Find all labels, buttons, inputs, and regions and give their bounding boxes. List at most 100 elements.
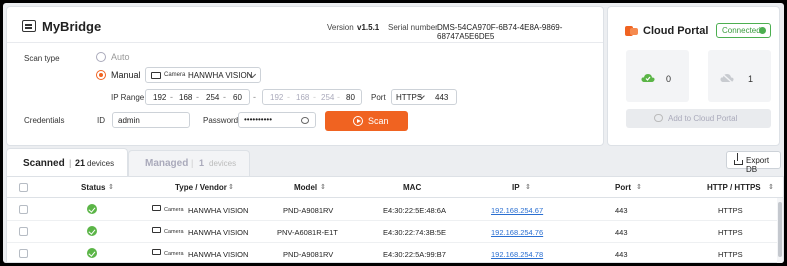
device-type: Camera	[164, 229, 184, 235]
manual-radio-label[interactable]: Manual	[111, 70, 141, 80]
row-checkbox[interactable]	[19, 205, 28, 214]
protocol-select[interactable]: HTTPS	[396, 93, 422, 102]
tab-scanned-unit: devices	[87, 159, 115, 168]
eye-icon[interactable]	[301, 117, 309, 124]
header-ip[interactable]: IP	[512, 183, 520, 192]
credentials-label: Credentials	[24, 116, 65, 125]
scan-button[interactable]: Scan	[325, 111, 408, 131]
mybridge-logo-icon	[22, 20, 36, 32]
select-all-checkbox[interactable]	[19, 183, 28, 192]
header-port[interactable]: Port	[615, 183, 631, 192]
port-value[interactable]: 443	[435, 93, 448, 102]
ip-start-octet-2[interactable]: 168	[179, 93, 192, 102]
ip-start-field[interactable]: 192 - 168 - 254 - 60	[145, 89, 250, 105]
ip-dot: -	[170, 92, 173, 102]
camera-icon	[152, 249, 161, 255]
add-to-cloud-portal-label: Add to Cloud Portal	[668, 114, 738, 123]
device-protocol: HTTPS	[718, 228, 743, 237]
table-row[interactable]: Camera HANWHA VISION PNV-A6081R-E1T E4:3…	[7, 221, 783, 243]
port-label: Port	[371, 93, 386, 102]
header-type-vendor[interactable]: Type / Vendor	[175, 183, 227, 192]
status-ok-icon	[87, 248, 97, 258]
auto-radio[interactable]	[96, 52, 106, 62]
ip-dot: -	[313, 92, 316, 102]
ip-dot: -	[287, 92, 290, 102]
connection-status-text: Connected	[722, 26, 761, 35]
app-title: MyBridge	[42, 19, 102, 34]
ip-end-octet-1: 192	[270, 93, 284, 102]
header-mac[interactable]: MAC	[403, 183, 421, 192]
tab-scanned-label: Scanned	[23, 158, 65, 169]
check-circle-icon	[759, 27, 766, 34]
port-field[interactable]: HTTPS 443	[391, 89, 457, 105]
ip-end-field[interactable]: 192 - 168 - 254 - 80	[262, 89, 362, 105]
device-ip-link[interactable]: 192.168.254.76	[491, 228, 543, 237]
sort-icon[interactable]: ⇕	[636, 183, 642, 191]
device-ip-link[interactable]: 192.168.254.78	[491, 250, 543, 259]
ip-end-octet-3: 254	[321, 93, 335, 102]
ip-start-octet-4[interactable]: 60	[233, 93, 242, 102]
header-model[interactable]: Model	[294, 183, 317, 192]
play-icon	[353, 116, 363, 126]
device-model: PND-A9081RV	[283, 206, 334, 215]
device-vendor: HANWHA VISION	[188, 250, 249, 259]
table-scrollbar[interactable]	[777, 198, 783, 263]
device-tabs: Scanned | 21 devices Managed | 1 devices…	[3, 148, 784, 176]
sort-icon[interactable]: ⇕	[525, 183, 531, 191]
ip-range-label: IP Range	[111, 93, 145, 102]
tab-scanned[interactable]: Scanned | 21 devices	[6, 148, 128, 176]
device-vendor: HANWHA VISION	[188, 228, 249, 237]
ip-dot: -	[337, 92, 340, 102]
ip-start-octet-3[interactable]: 254	[206, 93, 219, 102]
export-db-button[interactable]: Export DB	[726, 151, 781, 174]
device-mac: E4:30:22:74:3B:5E	[383, 228, 446, 237]
connection-status-badge: Connected	[716, 23, 771, 38]
tab-divider: |	[69, 158, 72, 168]
offline-stat: 1	[708, 50, 771, 102]
online-count: 0	[666, 74, 672, 84]
vendor-value: HANWHA VISION	[188, 71, 253, 80]
ip-start-octet-1[interactable]: 192	[153, 93, 166, 102]
mybridge-header: MyBridge Version v1.5.1 Serial number DM…	[7, 7, 603, 43]
camera-tag: Camera	[164, 72, 186, 78]
table-row[interactable]: Camera HANWHA VISION PND-A9081RV E4:30:2…	[7, 243, 783, 263]
id-input[interactable]: admin	[112, 112, 190, 128]
serial-value: DMS-54CA970F-6B74-4E8A-9869-68747A5E6DE5	[437, 23, 563, 41]
cloud-offline-icon	[720, 73, 734, 83]
tab-managed[interactable]: Managed | 1 devices	[128, 150, 250, 176]
cloud-add-icon	[654, 114, 663, 122]
device-protocol: HTTPS	[718, 206, 743, 215]
tab-divider: |	[191, 158, 194, 168]
sort-icon[interactable]: ⇕	[768, 183, 774, 191]
device-vendor: HANWHA VISION	[188, 206, 249, 215]
ip-end-octet-4[interactable]: 80	[346, 93, 355, 102]
status-ok-icon	[87, 204, 97, 214]
device-port: 443	[615, 250, 628, 259]
version-label: Version	[327, 23, 354, 32]
header-status[interactable]: Status	[81, 183, 105, 192]
sort-icon[interactable]: ⇕	[228, 183, 234, 191]
version-value: v1.5.1	[357, 23, 380, 32]
table-row[interactable]: Camera HANWHA VISION PND-A9081RV E4:30:2…	[7, 199, 783, 221]
status-ok-icon	[87, 226, 97, 236]
ip-dot: -	[196, 92, 199, 102]
device-type: Camera	[164, 251, 184, 257]
add-to-cloud-portal-button[interactable]: Add to Cloud Portal	[626, 109, 771, 128]
serial-label: Serial number	[388, 23, 438, 32]
header-http-https[interactable]: HTTP / HTTPS	[707, 183, 761, 192]
cloud-portal-panel: Cloud Portal Connected 0 1 Add to Cloud …	[607, 6, 780, 146]
auto-radio-label[interactable]: Auto	[111, 52, 130, 62]
camera-icon	[152, 205, 161, 211]
device-ip-link[interactable]: 192.168.254.67	[491, 206, 543, 215]
cloud-portal-title: Cloud Portal	[643, 25, 709, 37]
sort-icon[interactable]: ⇕	[320, 183, 326, 191]
row-checkbox[interactable]	[19, 227, 28, 236]
manual-radio[interactable]	[96, 70, 106, 80]
scrollbar-thumb[interactable]	[778, 202, 782, 257]
password-input[interactable]: ••••••••••	[238, 112, 316, 128]
mybridge-panel: MyBridge Version v1.5.1 Serial number DM…	[6, 6, 604, 146]
vendor-select[interactable]: Camera HANWHA VISION	[145, 67, 261, 83]
sort-icon[interactable]: ⇕	[108, 183, 114, 191]
row-checkbox[interactable]	[19, 249, 28, 258]
tab-scanned-count: 21	[75, 158, 86, 168]
